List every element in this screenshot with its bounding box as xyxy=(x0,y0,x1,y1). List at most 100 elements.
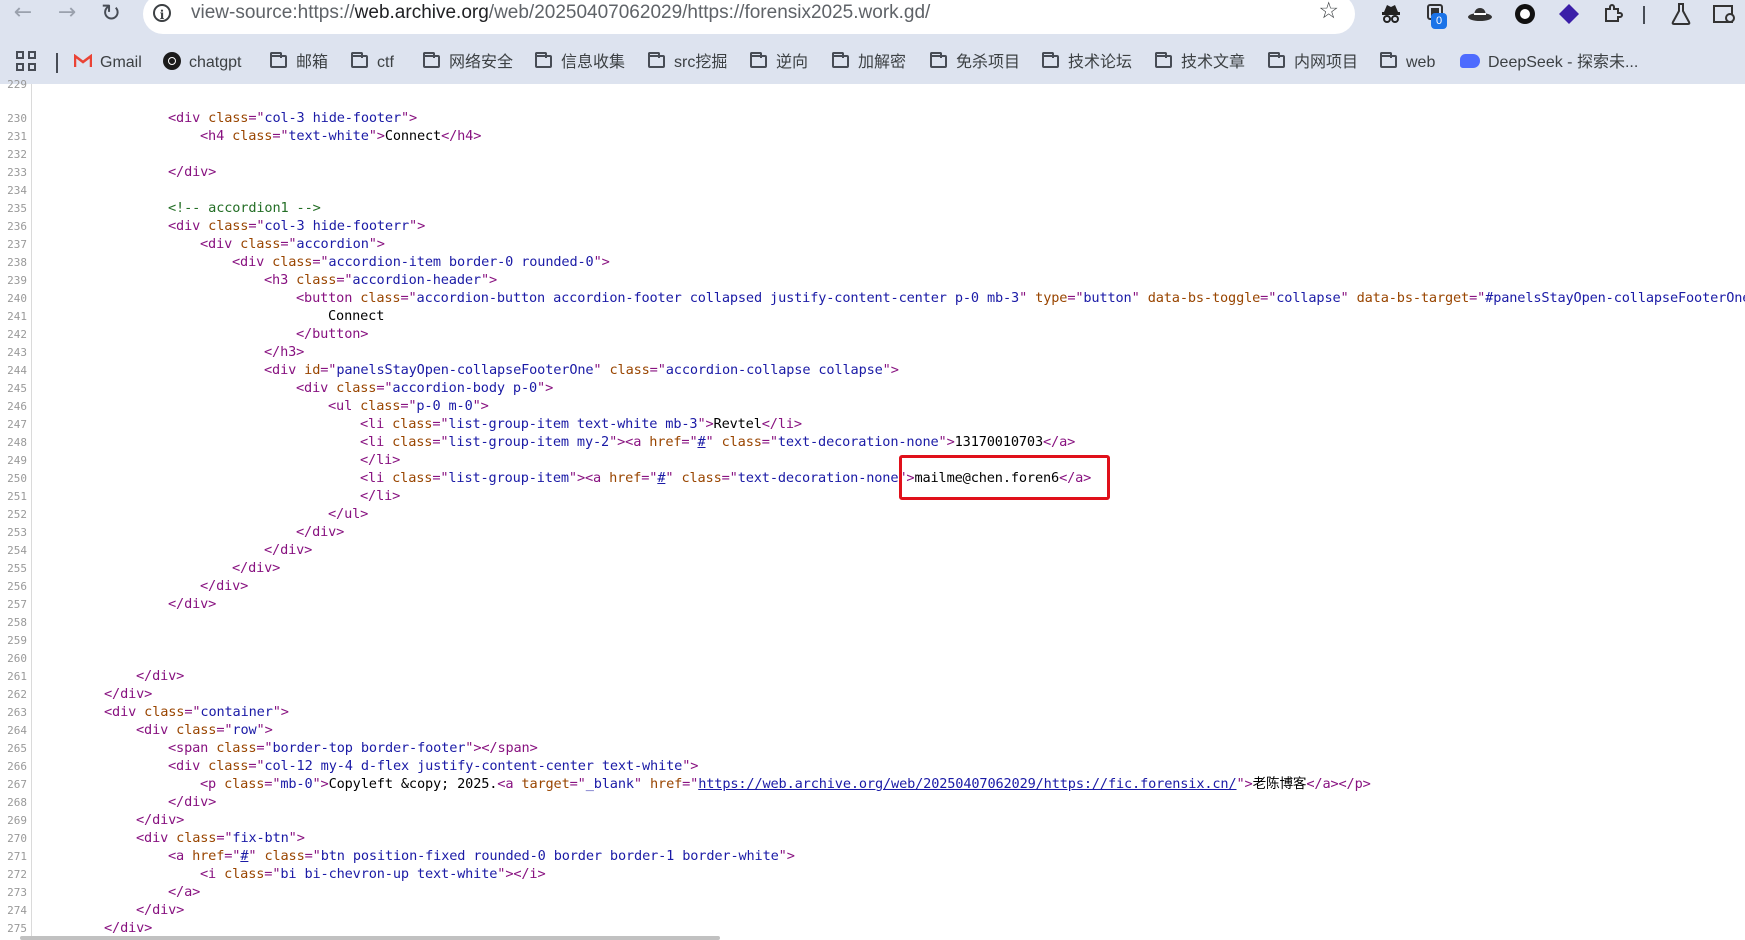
folder-icon xyxy=(930,52,947,68)
bookmark-folder-reverse[interactable]: 逆向 xyxy=(750,48,808,78)
line-number: 257 xyxy=(7,598,27,611)
tag-token: <i xyxy=(200,866,225,882)
line-content: </a> xyxy=(168,883,200,901)
address-bar[interactable]: i view-source:https://web.archive.org/we… xyxy=(143,0,1355,34)
value-token: list-group-item xyxy=(448,470,569,486)
bookmark-label: 邮箱 xyxy=(296,54,329,71)
incognito-extension-icon[interactable] xyxy=(1378,2,1404,28)
tag-token: "> xyxy=(256,722,273,738)
bookmark-deepseek[interactable]: DeepSeek - 探索未... xyxy=(1460,48,1638,78)
tag-token: " xyxy=(593,362,610,378)
source-line: 237 <div class="accordion"> xyxy=(0,235,1745,253)
extensions-puzzle-icon[interactable] xyxy=(1600,2,1626,28)
line-number: 269 xyxy=(7,814,27,827)
attribute-token: class xyxy=(360,398,401,414)
tag-token: </li> xyxy=(761,416,802,432)
tag-token: </a> xyxy=(1043,434,1076,450)
line-number: 271 xyxy=(7,850,27,863)
tag-token: "> xyxy=(480,272,498,288)
line-number: 263 xyxy=(7,706,27,719)
tag-token: </div> xyxy=(136,902,185,918)
bookmark-folder-web[interactable]: web xyxy=(1380,48,1435,78)
tag-token: </div> xyxy=(264,542,313,558)
bookmark-folder-ctf[interactable]: ctf xyxy=(351,48,394,78)
bookmark-chatgpt[interactable]: chatgpt xyxy=(163,48,241,78)
source-line: 265 <span class="border-top border-footer… xyxy=(0,739,1745,757)
source-line: 273 </a> xyxy=(0,883,1745,901)
flask-icon[interactable] xyxy=(1668,2,1694,28)
line-content: </div> xyxy=(104,919,152,937)
source-line: 261 </div> xyxy=(0,667,1745,685)
href-link[interactable]: # xyxy=(697,434,705,450)
line-number: 241 xyxy=(7,310,27,323)
line-number: 258 xyxy=(7,616,27,629)
line-number: 229 xyxy=(7,78,27,91)
tag-token: "> xyxy=(409,218,426,234)
tag-token: <div xyxy=(168,110,209,126)
tag-token: =" xyxy=(248,110,265,126)
text-token: 老陈博客 xyxy=(1252,776,1307,792)
tag-token: "> xyxy=(472,398,489,414)
site-info-icon[interactable]: i xyxy=(153,4,171,22)
bookmark-label: DeepSeek - 探索未... xyxy=(1488,54,1639,71)
source-line: 269 </div> xyxy=(0,811,1745,829)
back-arrow-icon[interactable]: ← xyxy=(6,0,40,28)
tab-search-icon[interactable] xyxy=(1712,2,1738,28)
tag-token: <h4 xyxy=(200,128,233,144)
bookmark-folder-crypto[interactable]: 加解密 xyxy=(832,48,906,78)
bookmark-folder-evasion[interactable]: 免杀项目 xyxy=(930,48,1020,78)
line-number: 262 xyxy=(7,688,27,701)
bookmark-folder-recon[interactable]: 信息收集 xyxy=(535,48,625,78)
bookmark-folder-netsec[interactable]: 网络安全 xyxy=(423,48,513,78)
line-number: 242 xyxy=(7,328,27,341)
line-number: 265 xyxy=(7,742,27,755)
bookmark-gmail[interactable]: Gmail xyxy=(73,48,142,78)
tag-token: </button> xyxy=(296,326,369,342)
line-number: 247 xyxy=(7,418,27,431)
line-content: <!-- accordion1 --> xyxy=(168,199,321,217)
reload-icon[interactable]: ↻ xyxy=(94,0,128,28)
bookmark-star-icon[interactable]: ☆ xyxy=(1318,0,1339,24)
horizontal-scrollbar[interactable] xyxy=(20,936,720,940)
toolbar-divider xyxy=(1643,6,1645,24)
tag-token: =" xyxy=(264,866,281,882)
tag-token: "> xyxy=(272,704,289,720)
attribute-token: class xyxy=(224,866,265,882)
bookmark-folder-articles[interactable]: 技术文章 xyxy=(1155,48,1245,78)
line-content: </div> xyxy=(104,685,152,703)
extension-badge: 0 xyxy=(1431,13,1447,29)
archive-link[interactable]: https://web.archive.org/web/202504070620… xyxy=(698,776,1236,792)
bookmark-folder-intranet[interactable]: 内网项目 xyxy=(1268,48,1358,78)
line-content: <span class="border-top border-footer"><… xyxy=(168,739,538,757)
tag-token: </h3> xyxy=(264,344,305,360)
line-content: <a href="#" class="btn position-fixed ro… xyxy=(168,847,795,865)
bookmark-folder-mail[interactable]: 邮箱 xyxy=(270,48,328,78)
forward-arrow-icon[interactable]: → xyxy=(50,0,84,28)
tag-token: </li> xyxy=(360,488,401,504)
bookmark-folder-forums[interactable]: 技术论坛 xyxy=(1042,48,1132,78)
bookmark-label: 网络安全 xyxy=(449,54,514,71)
line-number: 260 xyxy=(7,652,27,665)
layers-extension-icon[interactable] xyxy=(1556,2,1582,28)
tag-token: =" xyxy=(432,470,449,486)
attribute-token: data-bs-toggle xyxy=(1147,290,1261,306)
value-token: text-decoration-none xyxy=(737,470,899,486)
apps-grid-icon[interactable] xyxy=(16,51,38,73)
attribute-token: class xyxy=(681,470,722,486)
line-number: 251 xyxy=(7,490,27,503)
source-line: 242 </button> xyxy=(0,325,1745,343)
source-line: 253 </div> xyxy=(0,523,1745,541)
url-text[interactable]: view-source:https://web.archive.org/web/… xyxy=(191,2,930,24)
tag-token: <a xyxy=(168,848,193,864)
line-content: </div> xyxy=(168,793,216,811)
source-line: 235 <!-- accordion1 --> xyxy=(0,199,1745,217)
tag-token: =" xyxy=(184,704,201,720)
circle-extension-icon[interactable] xyxy=(1512,2,1538,28)
value-token: bi bi-chevron-up text-white xyxy=(280,866,498,882)
hat-extension-icon[interactable] xyxy=(1467,2,1493,28)
bookmark-folder-src[interactable]: src挖掘 xyxy=(648,48,727,78)
tag-token: <button xyxy=(296,290,361,306)
line-content: <div class="accordion-item border-0 roun… xyxy=(232,253,610,271)
folder-icon xyxy=(535,52,552,68)
folder-icon xyxy=(423,52,440,68)
